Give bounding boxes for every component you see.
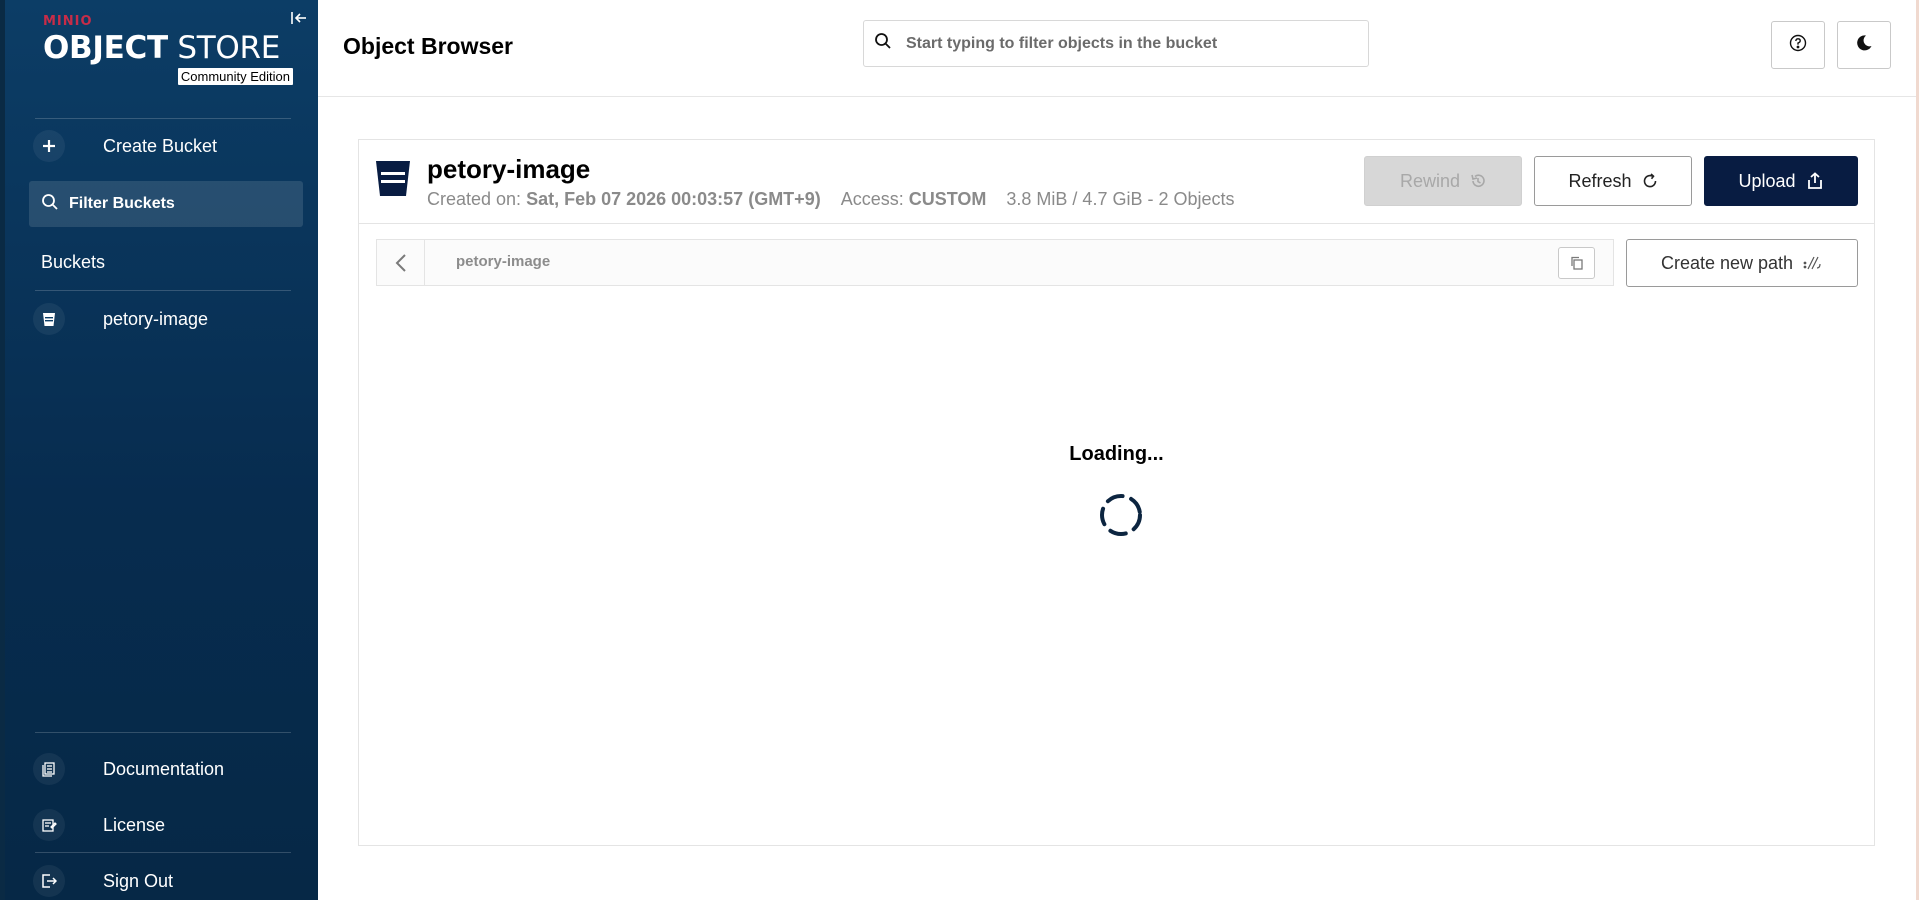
documentation-icon xyxy=(33,753,65,785)
license-icon xyxy=(33,809,65,841)
minio-logo: MINIO OBJECT STORE Community Edition xyxy=(43,14,293,85)
current-path[interactable]: petory-image xyxy=(456,253,550,270)
create-bucket-button[interactable]: Create Bucket xyxy=(29,124,299,168)
sidebar-item-label: petory-image xyxy=(103,308,209,329)
top-header: Object Browser xyxy=(318,0,1919,97)
access-label: Access: xyxy=(840,189,909,209)
copy-icon xyxy=(1570,256,1583,270)
object-search-input[interactable] xyxy=(906,34,1346,53)
sidebar: MINIO OBJECT STORE Community Edition Cre… xyxy=(0,0,318,900)
refresh-button[interactable]: Refresh xyxy=(1534,156,1692,206)
create-bucket-label: Create Bucket xyxy=(103,135,218,156)
moon-icon xyxy=(1855,34,1873,57)
buckets-section-title: Buckets xyxy=(41,252,106,272)
plus-icon xyxy=(33,130,65,162)
sidebar-item-license[interactable]: License xyxy=(29,803,299,847)
page-title: Object Browser xyxy=(343,33,513,59)
object-search-field[interactable] xyxy=(863,20,1369,67)
new-path-icon xyxy=(1803,256,1821,270)
sidebar-item-label: Documentation xyxy=(103,758,225,779)
product-name: OBJECT STORE xyxy=(43,30,280,66)
sidebar-item-label: Sign Out xyxy=(103,870,174,891)
rewind-label: Rewind xyxy=(1399,170,1461,191)
sidebar-item-documentation[interactable]: Documentation xyxy=(29,747,299,791)
create-new-path-button[interactable]: Create new path xyxy=(1626,239,1858,287)
created-value: Sat, Feb 07 2026 00:03:57 (GMT+9) xyxy=(526,189,821,209)
search-icon xyxy=(874,32,892,55)
history-icon xyxy=(1471,174,1485,187)
sign-out-icon xyxy=(33,865,65,897)
sidebar-item-petory-image[interactable]: petory-image xyxy=(29,297,299,341)
upload-icon xyxy=(1807,172,1822,189)
brand-name: MINIO xyxy=(43,14,93,29)
chevron-left-icon xyxy=(395,253,406,272)
sidebar-divider xyxy=(35,290,291,291)
refresh-icon xyxy=(1643,173,1656,188)
theme-toggle-button[interactable] xyxy=(1837,21,1891,69)
upload-label: Upload xyxy=(1738,170,1796,191)
sign-out-button[interactable]: Sign Out xyxy=(29,859,299,900)
object-browser-panel: petory-image Created on: Sat, Feb 07 202… xyxy=(358,139,1875,846)
loading-message: Loading... xyxy=(1069,443,1164,465)
search-icon xyxy=(41,193,59,216)
path-breadcrumb: petory-image xyxy=(376,239,1614,286)
upload-button[interactable]: Upload xyxy=(1704,156,1858,206)
usage-info: 3.8 MiB / 4.7 GiB - 2 Objects xyxy=(1006,189,1235,209)
copy-path-button[interactable] xyxy=(1558,247,1595,279)
bucket-icon xyxy=(375,158,411,198)
bucket-icon xyxy=(33,303,65,335)
bucket-name: petory-image xyxy=(427,154,591,184)
refresh-label: Refresh xyxy=(1568,170,1632,191)
rewind-button[interactable]: Rewind xyxy=(1364,156,1522,206)
sidebar-divider xyxy=(35,732,291,733)
help-icon xyxy=(1789,34,1807,57)
created-label: Created on: xyxy=(427,189,527,209)
sidebar-divider xyxy=(35,852,291,853)
filter-buckets-input[interactable] xyxy=(69,195,289,213)
filter-buckets-field[interactable] xyxy=(29,181,303,227)
help-button[interactable] xyxy=(1771,21,1825,69)
access-value: CUSTOM xyxy=(908,189,987,209)
bucket-header: petory-image Created on: Sat, Feb 07 202… xyxy=(359,140,1874,224)
loading-spinner-icon xyxy=(1097,491,1145,539)
sidebar-divider xyxy=(35,118,291,119)
bucket-meta: Created on: Sat, Feb 07 2026 00:03:57 (G… xyxy=(427,189,1235,210)
back-button[interactable] xyxy=(377,240,425,285)
sidebar-item-label: License xyxy=(103,814,166,835)
edition-badge: Community Edition xyxy=(177,68,293,85)
create-path-label: Create new path xyxy=(1660,252,1794,273)
